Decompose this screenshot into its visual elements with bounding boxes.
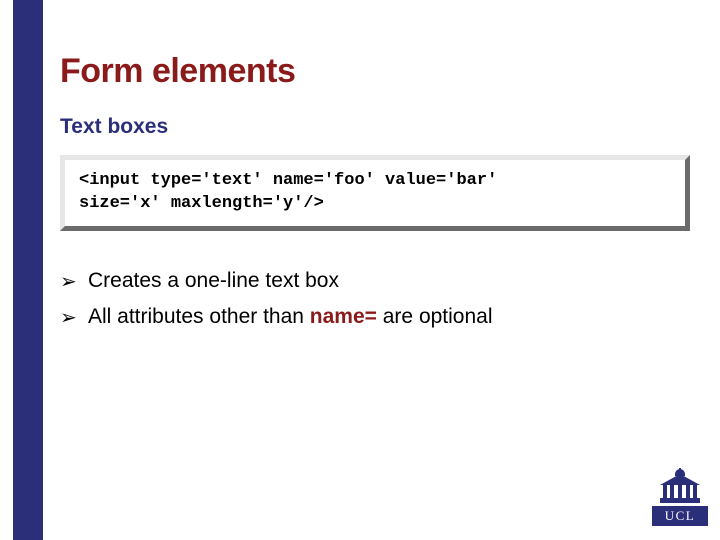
slide-subtitle: Text boxes [60, 115, 690, 139]
bullet-text-pre: Creates a one-line text box [88, 269, 339, 292]
logo-text: UCL [665, 508, 696, 524]
bullet-item: ➢ All attributes other than name= are op… [60, 301, 690, 334]
slide: Form elements Text boxes <input type='te… [0, 0, 720, 540]
code-snippet: <input type='text' name='foo' value='bar… [79, 170, 671, 216]
bullet-text-pre: All attributes other than [88, 305, 310, 328]
bullet-code: name= [310, 305, 377, 328]
slide-content: Form elements Text boxes <input type='te… [60, 52, 690, 338]
slide-title: Form elements [60, 52, 690, 91]
logo-band: UCL [652, 506, 708, 526]
bullet-text-post: are optional [377, 305, 493, 328]
bullet-item: ➢ Creates a one-line text box [60, 265, 690, 298]
arrow-icon: ➢ [60, 267, 77, 298]
dome-icon [658, 468, 702, 504]
ucl-logo: UCL [652, 468, 708, 530]
left-accent-bar [13, 0, 43, 540]
bullet-list: ➢ Creates a one-line text box ➢ All attr… [60, 265, 690, 334]
arrow-icon: ➢ [60, 303, 77, 334]
code-box: <input type='text' name='foo' value='bar… [60, 155, 690, 231]
